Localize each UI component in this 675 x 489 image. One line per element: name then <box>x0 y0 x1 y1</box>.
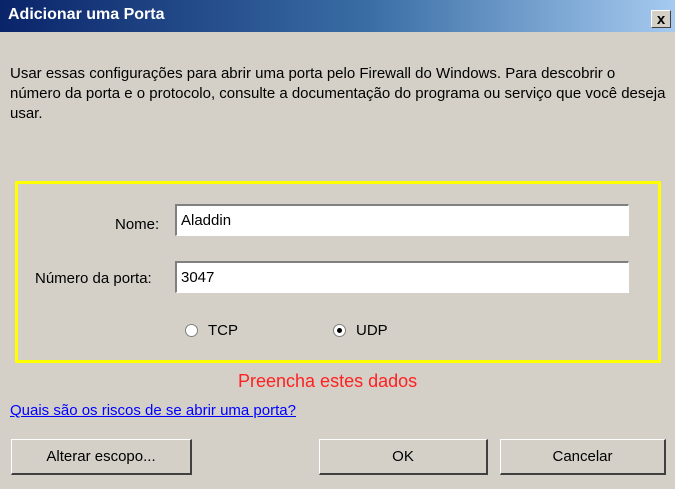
window-title: Adicionar uma Porta <box>8 6 165 23</box>
radio-tcp-label: TCP <box>208 322 238 339</box>
description-text: Usar essas configurações para abrir uma … <box>10 65 666 122</box>
fill-data-annotation: Preencha estes dados <box>238 371 418 391</box>
radio-tcp[interactable]: TCP <box>185 322 238 339</box>
cancel-button[interactable]: Cancelar <box>500 439 666 475</box>
radio-udp-label: UDP <box>356 322 388 339</box>
risks-help-link[interactable]: Quais são os riscos de se abrir uma port… <box>10 402 296 419</box>
ok-button[interactable]: OK <box>319 439 488 475</box>
change-scope-button[interactable]: Alterar escopo... <box>11 439 192 475</box>
radio-udp-circle <box>333 324 346 337</box>
name-label: Nome: <box>115 216 160 233</box>
close-button[interactable]: x <box>651 10 671 28</box>
name-input[interactable] <box>175 204 629 236</box>
close-icon: x <box>656 10 666 28</box>
port-label: Número da porta: <box>35 270 152 287</box>
radio-tcp-circle <box>185 324 198 337</box>
radio-udp[interactable]: UDP <box>333 322 388 339</box>
title-bar: Adicionar uma Porta x <box>0 0 675 32</box>
port-input[interactable] <box>175 261 629 293</box>
